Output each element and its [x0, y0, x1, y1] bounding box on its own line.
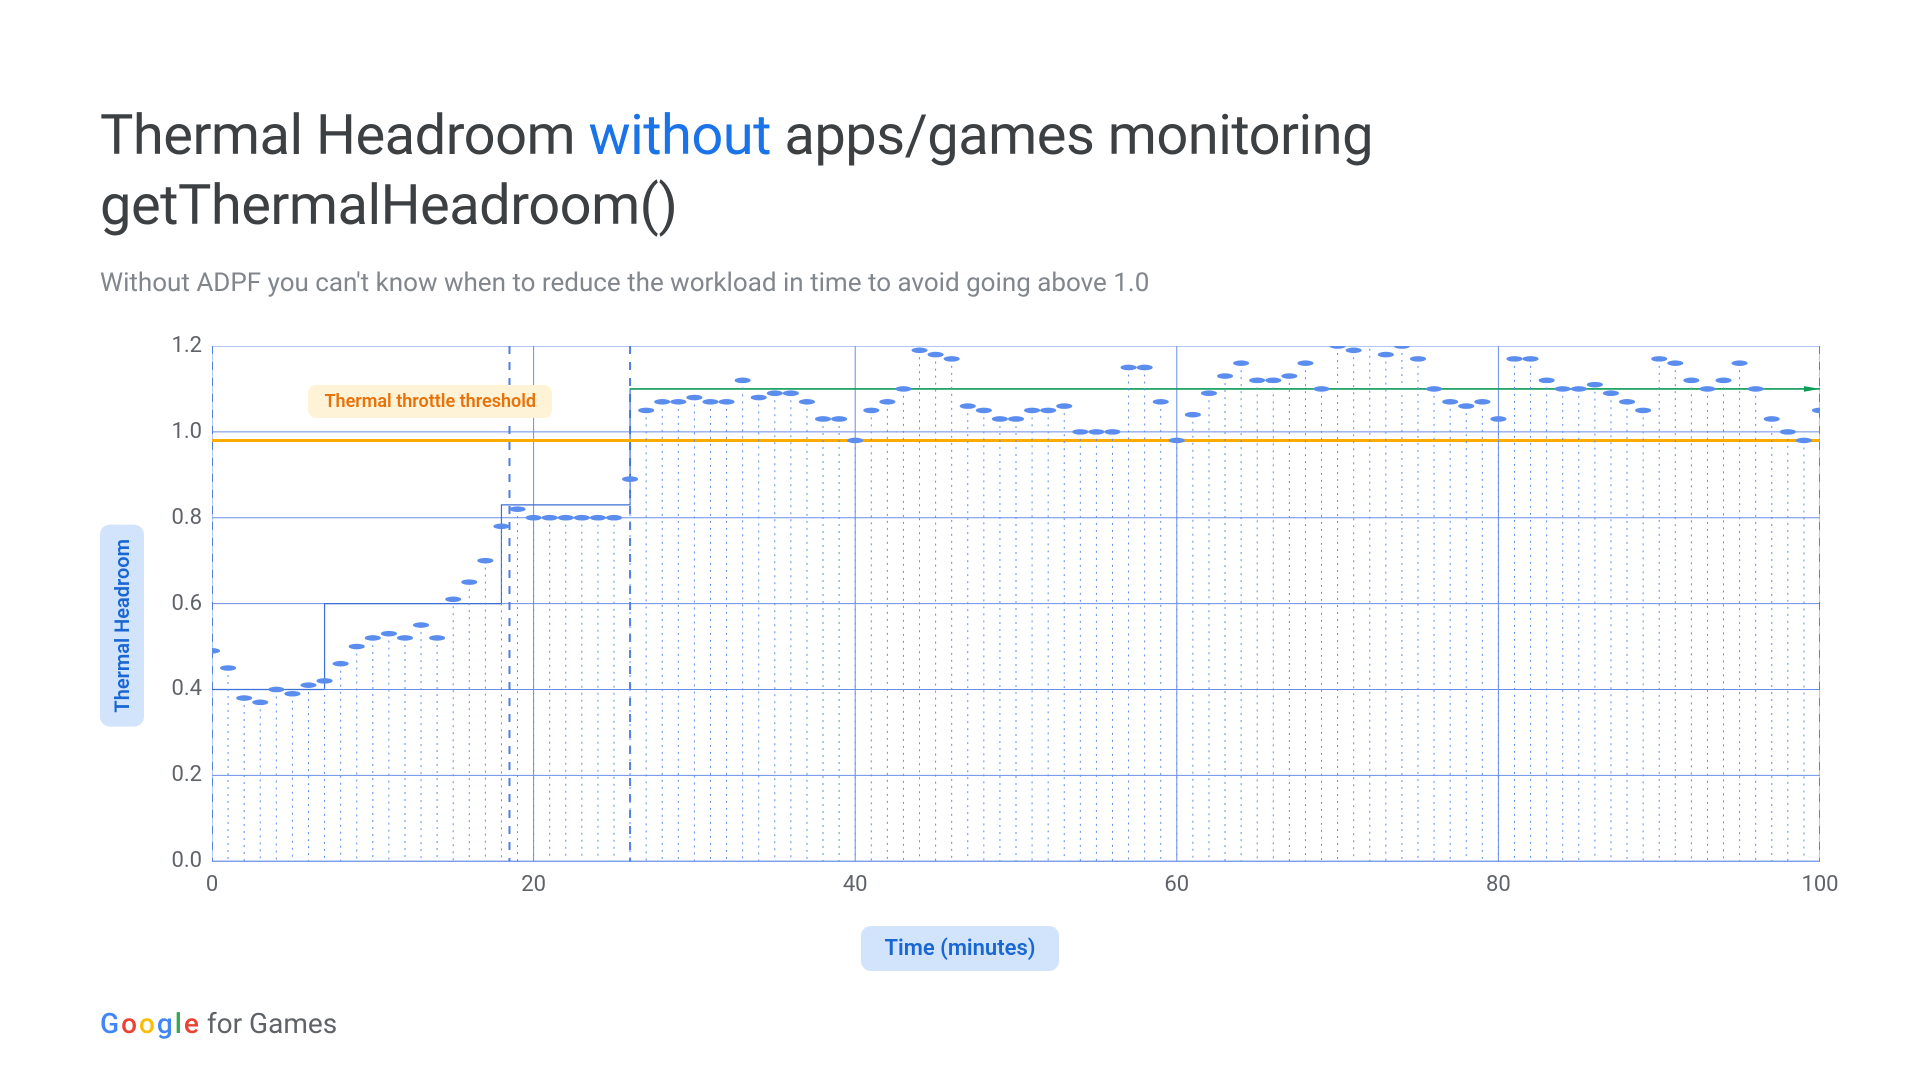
plot-area: Thermal throttle threshold 020406080100: [212, 346, 1820, 906]
y-tick: 0.2: [171, 764, 202, 786]
y-tick: 1.2: [171, 335, 202, 357]
google-g-icon: G: [100, 1007, 119, 1040]
y-axis-label: Thermal Headroom: [100, 525, 144, 727]
slide-title: Thermal Headroom without apps/games moni…: [100, 100, 1820, 240]
x-axis-ticks: 020406080100: [212, 866, 1820, 906]
y-tick: 0.0: [171, 850, 202, 872]
slide: Thermal Headroom without apps/games moni…: [0, 0, 1920, 1080]
footer-text: for Games: [207, 1007, 337, 1040]
x-axis-label-row: Time (minutes): [100, 926, 1820, 971]
y-axis-ticks: 0.00.20.40.60.81.01.2: [152, 346, 212, 906]
chart: Thermal Headroom 0.00.20.40.60.81.01.2 T…: [100, 346, 1820, 906]
y-tick: 1.0: [171, 421, 202, 443]
y-tick: 0.4: [171, 678, 202, 700]
y-tick: 0.6: [171, 593, 202, 615]
title-pre: Thermal Headroom: [100, 102, 589, 168]
x-tick: 0: [206, 872, 218, 897]
x-tick: 20: [521, 872, 546, 897]
x-tick: 80: [1486, 872, 1511, 897]
chart-svg: [212, 346, 1820, 906]
x-tick: 100: [1801, 872, 1838, 897]
footer-logo: Google for Games: [100, 1007, 337, 1040]
slide-subtitle: Without ADPF you can't know when to redu…: [100, 268, 1820, 298]
x-tick: 60: [1164, 872, 1189, 897]
title-accent: without: [589, 102, 772, 168]
y-tick: 0.8: [171, 507, 202, 529]
threshold-label: Thermal throttle threshold: [308, 385, 552, 418]
x-tick: 40: [843, 872, 868, 897]
x-axis-label: Time (minutes): [861, 926, 1060, 971]
